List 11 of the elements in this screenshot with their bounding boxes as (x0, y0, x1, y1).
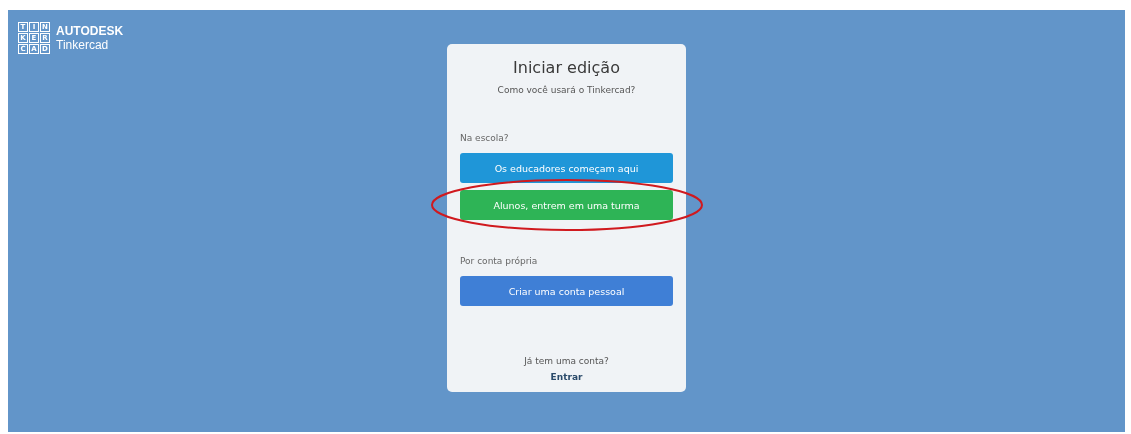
product-name: Tinkercad (56, 38, 110, 52)
option-button[interactable]: Alunos, entrem em uma turma (460, 190, 673, 220)
brand-name: AUTODESK (56, 24, 124, 38)
section-heading: Por conta própria (460, 256, 538, 266)
option-button[interactable]: Criar uma conta pessoal (460, 276, 673, 306)
option-button[interactable]: Os educadores começam aqui (460, 153, 673, 183)
section-heading: Na escola? (460, 133, 509, 143)
card-title: Iniciar edição (513, 58, 620, 77)
signin-link[interactable]: Entrar (550, 372, 583, 382)
card-subtitle: Como você usará o Tinkercad? (497, 85, 636, 95)
signin-prompt: Já tem uma conta? (524, 356, 609, 366)
